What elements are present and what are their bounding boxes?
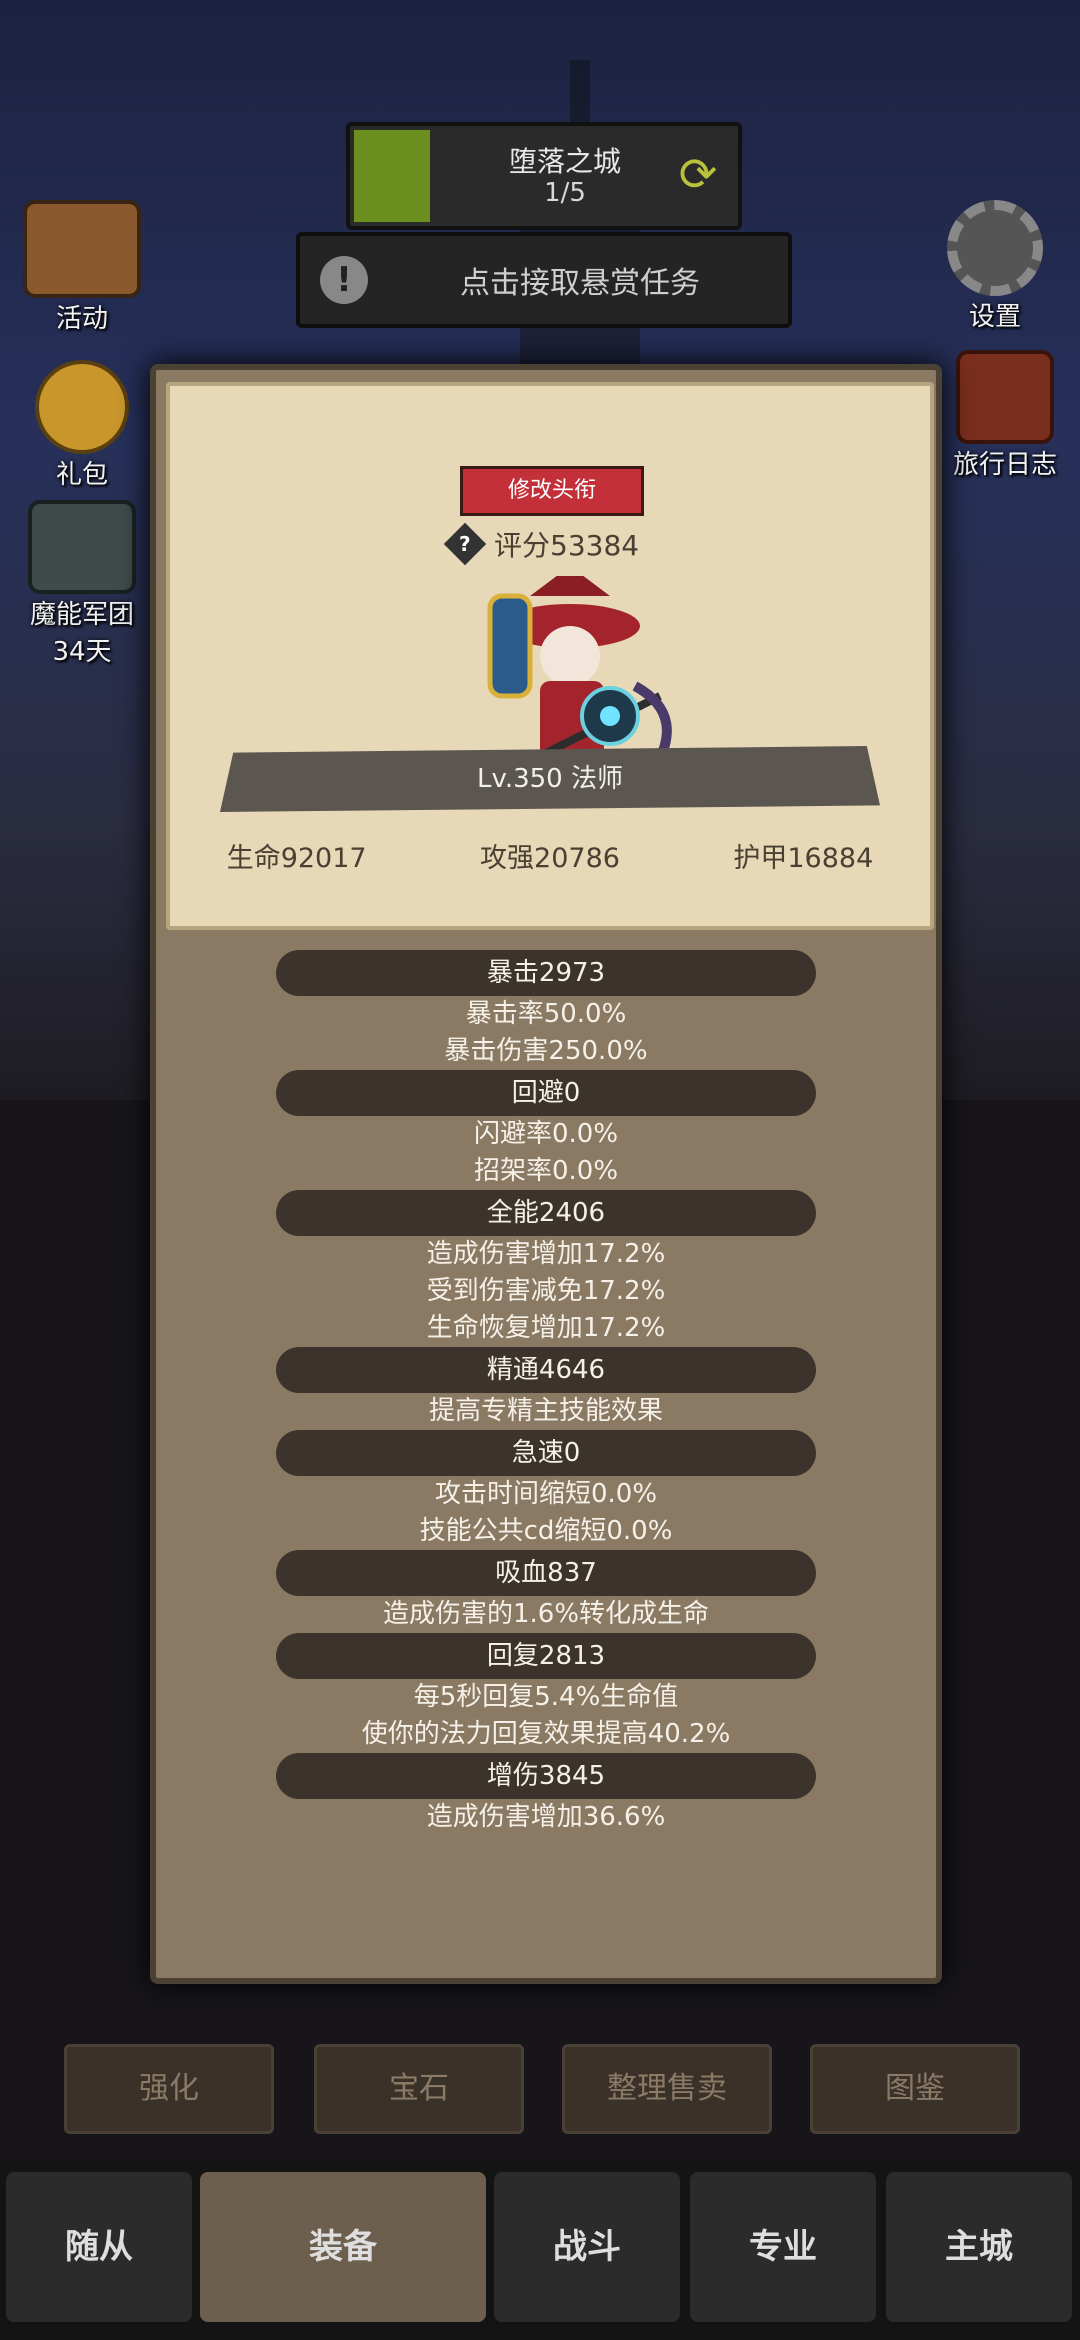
stat-header: 回复2813 <box>276 1633 816 1679</box>
stat-detail: 技能公共cd缩短0.0% <box>419 1516 673 1546</box>
sort-sell-button[interactable]: 整理售卖 <box>562 2044 772 2134</box>
legion-label: 魔能军团 <box>29 600 134 630</box>
journal-icon <box>956 350 1054 444</box>
stat-attack-power: 攻强20786 <box>480 843 620 874</box>
stat-health: 生命92017 <box>226 843 367 874</box>
quest-count: 1/5 <box>544 178 586 208</box>
activity-label: 活动 <box>55 304 108 334</box>
character-summary: 修改头衔 ? 评分53384 Lv.350 法师 生命92017 攻强20786… <box>166 382 934 930</box>
stat-header: 暴击2973 <box>276 950 816 996</box>
level-class-banner: Lv.350 法师 <box>220 746 880 812</box>
rating-row: ? 评分53384 <box>443 522 640 566</box>
journal-label: 旅行日志 <box>952 450 1057 480</box>
stat-detail: 受到伤害减免17.2% <box>426 1276 666 1306</box>
stat-detail: 提高专精主技能效果 <box>428 1396 663 1426</box>
help-icon[interactable]: ? <box>443 522 487 566</box>
nav-profession[interactable]: 专业 <box>690 2172 876 2322</box>
stat-armor: 护甲16884 <box>733 843 874 874</box>
stat-header: 回避0 <box>276 1070 816 1116</box>
nav-equipment[interactable]: 装备 <box>200 2172 486 2322</box>
gift-icon <box>35 360 129 454</box>
refresh-icon[interactable]: ⟳ <box>672 148 724 200</box>
legion-icon <box>28 500 136 594</box>
gift-label: 礼包 <box>55 460 108 490</box>
nav-main-city[interactable]: 主城 <box>886 2172 1072 2322</box>
level-class: Lv.350 法师 <box>476 764 623 794</box>
nav-followers[interactable]: 随从 <box>6 2172 192 2322</box>
gift-button[interactable]: 礼包 <box>20 360 144 491</box>
stat-detail: 暴击伤害250.0% <box>444 1036 648 1066</box>
stat-header: 精通4646 <box>276 1347 816 1393</box>
nav-battle[interactable]: 战斗 <box>494 2172 680 2322</box>
stat-detail: 使你的法力回复效果提高40.2% <box>361 1719 731 1749</box>
stat-header: 急速0 <box>276 1430 816 1476</box>
journal-button[interactable]: 旅行日志 <box>930 350 1080 481</box>
enhance-button[interactable]: 强化 <box>64 2044 274 2134</box>
quest-name: 堕落之城 <box>508 145 621 178</box>
bounty-task-button[interactable]: ! 点击接取悬赏任务 <box>296 232 792 328</box>
bounty-label: 点击接取悬赏任务 <box>460 266 700 301</box>
bottom-navigation: 随从 装备 战斗 专业 主城 <box>0 2160 1080 2340</box>
alert-icon: ! <box>320 256 368 304</box>
base-stats-row: 生命92017 攻强20786 护甲16884 <box>170 836 930 875</box>
change-title-button[interactable]: 修改头衔 <box>460 466 644 516</box>
activity-button[interactable]: 活动 <box>20 200 144 335</box>
quest-progress-fill <box>354 130 430 222</box>
settings-label: 设置 <box>968 302 1021 332</box>
gem-button[interactable]: 宝石 <box>314 2044 524 2134</box>
activity-icon <box>23 200 141 298</box>
secondary-stats-list: 暴击2973 暴击率50.0% 暴击伤害250.0% 回避0 闪避率0.0% 招架率0.0… <box>276 950 816 1836</box>
quest-progress-box[interactable]: 堕落之城 1/5 ⟳ <box>346 122 742 230</box>
stat-detail: 闪避率0.0% <box>473 1119 619 1149</box>
legion-button[interactable]: 魔能军团 34天 <box>14 500 150 668</box>
stat-detail: 造成伤害增加36.6% <box>426 1802 666 1832</box>
stat-detail: 每5秒回复5.4%生命值 <box>413 1682 679 1712</box>
stat-detail: 攻击时间缩短0.0% <box>434 1479 658 1509</box>
stat-header: 吸血837 <box>276 1550 816 1596</box>
stat-detail: 造成伤害的1.6%转化成生命 <box>382 1599 710 1629</box>
stat-detail: 造成伤害增加17.2% <box>426 1239 666 1269</box>
character-stats-panel: 修改头衔 ? 评分53384 Lv.350 法师 生命92017 攻强20786… <box>150 364 942 1984</box>
stat-detail: 暴击率50.0% <box>465 999 627 1029</box>
stat-header: 增伤3845 <box>276 1753 816 1799</box>
stat-detail: 生命恢复增加17.2% <box>426 1313 666 1343</box>
codex-button[interactable]: 图鉴 <box>810 2044 1020 2134</box>
rating-value: 评分53384 <box>494 529 640 562</box>
gear-icon <box>947 200 1043 296</box>
stat-detail: 招架率0.0% <box>473 1156 619 1186</box>
legion-days: 34天 <box>52 637 112 667</box>
settings-button[interactable]: 设置 <box>930 200 1060 333</box>
stat-header: 全能2406 <box>276 1190 816 1236</box>
